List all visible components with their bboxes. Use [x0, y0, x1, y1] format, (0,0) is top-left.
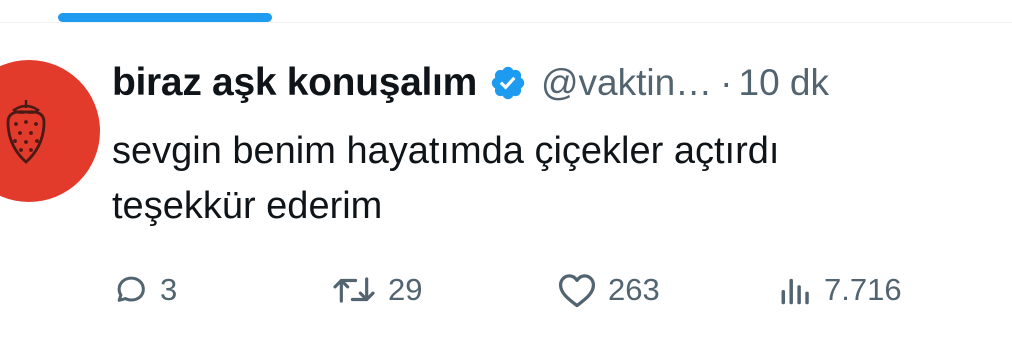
like-button[interactable]: 263	[556, 266, 660, 314]
heart-icon	[558, 274, 596, 308]
avatar[interactable]	[0, 60, 100, 202]
tweet-text-line: teşekkür ederim	[112, 185, 383, 227]
divider	[0, 22, 1012, 23]
strawberry-icon	[6, 100, 46, 164]
display-name[interactable]: biraz aşk konuşalım	[112, 61, 477, 105]
user-handle[interactable]: @vaktin…	[541, 62, 712, 104]
views-icon	[781, 278, 809, 305]
reply-count: 3	[160, 272, 178, 307]
separator-dot: ·	[720, 62, 733, 103]
retweet-button[interactable]: 29	[330, 266, 422, 314]
retweet-icon	[333, 277, 375, 303]
views-count: 7.716	[824, 272, 902, 307]
tweet-text: sevgin benim hayatımda çiçekler açtırdı …	[112, 124, 992, 234]
tweet-header: biraz aşk konuşalım @vaktin… · 10 dk	[112, 56, 829, 110]
views-button[interactable]: 7.716	[776, 266, 902, 314]
tweet-text-line: sevgin benim hayatımda çiçekler açtırdı	[112, 130, 780, 172]
verified-badge-icon[interactable]	[489, 64, 527, 102]
like-count: 263	[608, 272, 660, 307]
timestamp[interactable]: 10 dk	[739, 62, 830, 104]
reply-button[interactable]: 3	[112, 266, 177, 314]
active-tab-indicator	[58, 13, 272, 22]
retweet-count: 29	[388, 272, 423, 307]
reply-icon	[117, 276, 145, 302]
